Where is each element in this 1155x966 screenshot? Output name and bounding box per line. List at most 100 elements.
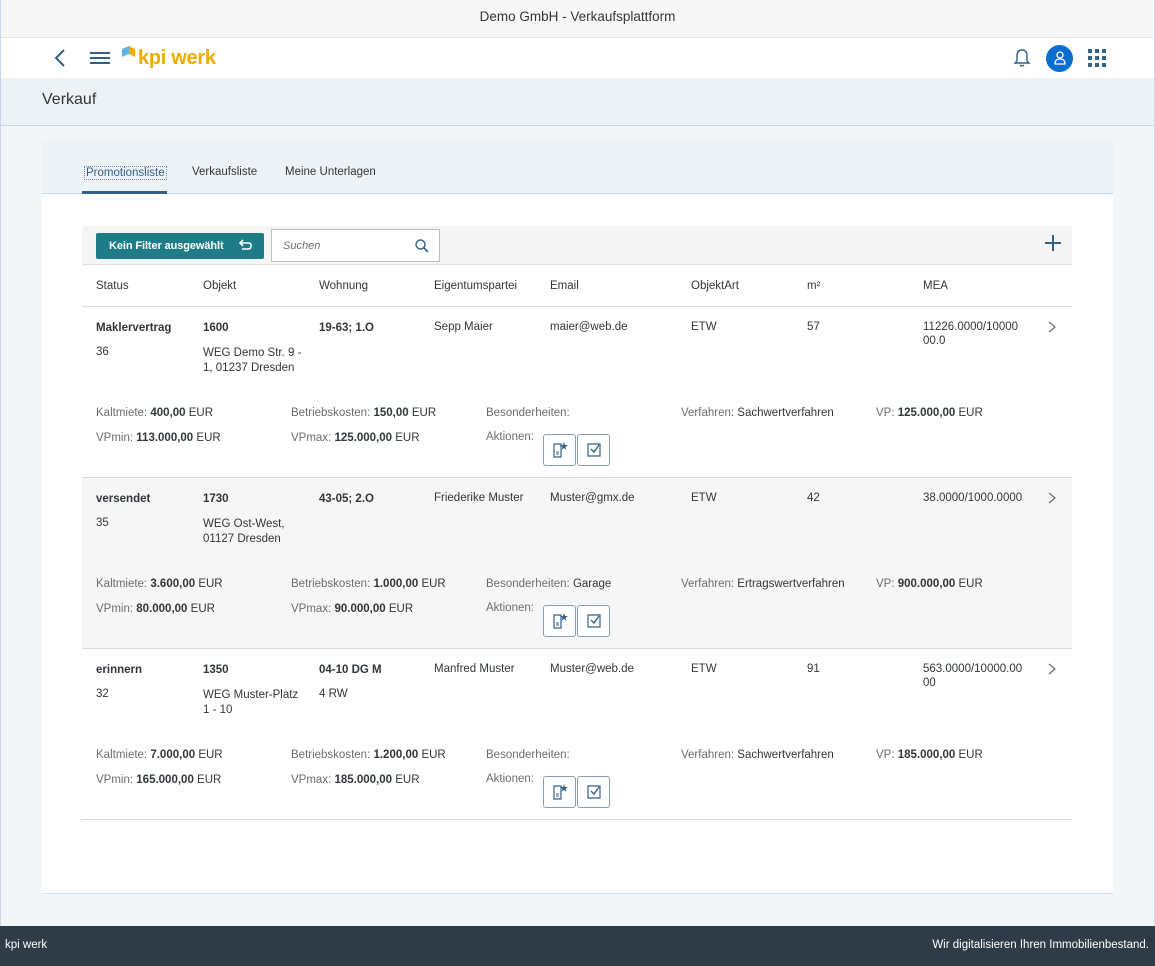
row-eigentuemer: Friederike Muster — [434, 492, 524, 504]
accept-document-button[interactable] — [577, 605, 610, 637]
row-objekt-number: 1350 — [203, 664, 229, 676]
detail-vp: VP: 185.000,00 EUR — [876, 749, 983, 761]
search-input[interactable]: Suchen — [271, 229, 440, 262]
row-status-number: 32 — [96, 688, 109, 700]
detail-vpmax: VPmax: 125.000,00 EUR — [291, 432, 420, 444]
detail-vpmin: VPmin: 113.000,00 EUR — [96, 432, 221, 444]
document-check-icon — [586, 785, 601, 799]
page-title: Verkauf — [42, 91, 97, 108]
detail-vpmin: VPmin: 80.000,00 EUR — [96, 603, 215, 615]
document-check-icon — [586, 443, 601, 457]
row-objekt-address-line1: WEG Ost-West, — [203, 518, 285, 530]
detail-kaltmiete: Kaltmiete: 400,00 EUR — [96, 407, 214, 419]
row-status-number: 35 — [96, 517, 109, 529]
add-icon[interactable] — [1044, 234, 1062, 255]
accept-document-button[interactable] — [577, 776, 610, 808]
table-header: Status Objekt Wohnung Eigentumspartei Em… — [82, 266, 1072, 307]
detail-vpmin: VPmin: 165.000,00 EUR — [96, 774, 222, 786]
detail-besonderheiten: Besonderheiten: Garage — [486, 578, 612, 590]
row-objekt-address-line1: WEG Muster-Platz — [203, 689, 299, 701]
column-header-email[interactable]: Email — [550, 280, 579, 292]
apps-grid-icon[interactable] — [1087, 38, 1107, 78]
row-mea-line1: 563.0000/10000.00 — [923, 663, 1023, 675]
back-icon[interactable] — [49, 38, 71, 78]
create-document-button[interactable] — [543, 434, 576, 466]
row-objekt-number: 1600 — [203, 322, 229, 334]
row-objekt-address-line1: WEG Demo Str. 9 - — [203, 347, 302, 359]
chevron-right-icon[interactable] — [1048, 663, 1056, 678]
page-header: Verkauf — [0, 78, 1155, 126]
tab-verkaufsliste[interactable]: Verkaufsliste — [192, 166, 257, 178]
tab-bar: Promotionsliste Verkaufsliste Meine Unte… — [42, 140, 1113, 194]
row-qm: 57 — [807, 321, 820, 333]
table-row[interactable]: Maklervertrag 36 1600 WEG Demo Str. 9 - … — [82, 307, 1072, 478]
table-toolbar: Kein Filter ausgewählt Suchen — [82, 226, 1072, 265]
column-header-qm[interactable]: m² — [807, 280, 820, 292]
column-header-wohnung[interactable]: Wohnung — [319, 280, 368, 292]
column-header-eigentumspartei[interactable]: Eigentumspartei — [434, 280, 517, 292]
accept-document-button[interactable] — [577, 434, 610, 466]
detail-verfahren: Verfahren: Ertragswertverfahren — [681, 578, 845, 590]
row-eigentuemer: Manfred Muster — [434, 663, 515, 675]
table-row[interactable]: versendet 35 1730 WEG Ost-West, 01127 Dr… — [82, 478, 1072, 649]
row-email: Muster@gmx.de — [550, 492, 635, 504]
row-mea-line2: 00.0 — [923, 335, 946, 347]
detail-kaltmiete: Kaltmiete: 3.600,00 EUR — [96, 578, 223, 590]
bell-icon[interactable] — [1011, 38, 1033, 78]
row-status: Maklervertrag — [96, 322, 172, 334]
kpi-werk-logo: kpi werk — [122, 44, 216, 72]
tab-meine-unterlagen[interactable]: Meine Unterlagen — [285, 166, 376, 178]
search-icon[interactable] — [415, 239, 429, 256]
row-status: versendet — [96, 493, 151, 505]
menu-icon[interactable] — [89, 38, 111, 78]
row-objekt-address-line2: 01127 Dresden — [203, 533, 281, 545]
detail-kaltmiete: Kaltmiete: 7.000,00 EUR — [96, 749, 223, 761]
chevron-right-icon[interactable] — [1048, 492, 1056, 507]
logo-text: kpi werk — [138, 46, 216, 69]
row-email: maier@web.de — [550, 321, 628, 333]
table-row[interactable]: erinnern 32 1350 WEG Muster-Platz 1 - 10… — [82, 649, 1072, 820]
user-icon — [1046, 44, 1073, 72]
column-header-objektart[interactable]: ObjektArt — [691, 280, 739, 292]
detail-verfahren: Verfahren: Sachwertverfahren — [681, 749, 834, 761]
row-status: erinnern — [96, 664, 143, 676]
chevron-right-icon[interactable] — [1048, 321, 1056, 336]
column-header-objekt[interactable]: Objekt — [203, 280, 236, 292]
filter-reset-button[interactable]: Kein Filter ausgewählt — [96, 233, 264, 259]
undo-icon — [238, 238, 252, 255]
create-document-button[interactable] — [543, 605, 576, 637]
row-qm: 91 — [807, 663, 820, 675]
detail-vpmax: VPmax: 185.000,00 EUR — [291, 774, 420, 786]
footer: kpi werk Wir digitalisieren Ihren Immobi… — [0, 926, 1155, 966]
column-header-mea[interactable]: MEA — [923, 280, 948, 292]
window-titlebar: Demo GmbH - Verkaufsplattform — [0, 0, 1155, 38]
document-star-icon — [552, 442, 568, 458]
column-header-status[interactable]: Status — [96, 280, 129, 292]
shell-bar: kpi werk — [0, 38, 1155, 78]
detail-aktionen-label: Aktionen: — [486, 602, 534, 614]
footer-tagline: Wir digitalisieren Ihren Immobilienbesta… — [932, 939, 1149, 951]
row-wohnung: 04-10 DG M — [319, 664, 382, 676]
detail-besonderheiten: Besonderheiten: — [486, 407, 570, 419]
row-objekt-number: 1730 — [203, 493, 229, 505]
create-document-button[interactable] — [543, 776, 576, 808]
footer-brand: kpi werk — [5, 939, 48, 951]
detail-vp: VP: 125.000,00 EUR — [876, 407, 983, 419]
avatar[interactable] — [1046, 38, 1073, 78]
search-placeholder: Suchen — [283, 240, 321, 252]
row-mea-line2: 00 — [923, 677, 936, 689]
row-wohnung: 43-05; 2.O — [319, 493, 374, 505]
detail-besonderheiten: Besonderheiten: — [486, 749, 570, 761]
row-qm: 42 — [807, 492, 820, 504]
detail-vp: VP: 900.000,00 EUR — [876, 578, 983, 590]
tab-promotionsliste[interactable]: Promotionsliste — [84, 166, 167, 180]
row-mea-line1: 38.0000/1000.0000 — [923, 492, 1023, 504]
detail-verfahren: Verfahren: Sachwertverfahren — [681, 407, 834, 419]
detail-betriebskosten: Betriebskosten: 150,00 EUR — [291, 407, 437, 419]
row-email: Muster@web.de — [550, 663, 634, 675]
row-objektart: ETW — [691, 321, 717, 333]
document-star-icon — [552, 613, 568, 629]
detail-betriebskosten: Betriebskosten: 1.200,00 EUR — [291, 749, 446, 761]
row-objekt-address-line2: 1 - 10 — [203, 704, 233, 716]
row-objekt-address-line2: 1, 01237 Dresden — [203, 362, 295, 374]
